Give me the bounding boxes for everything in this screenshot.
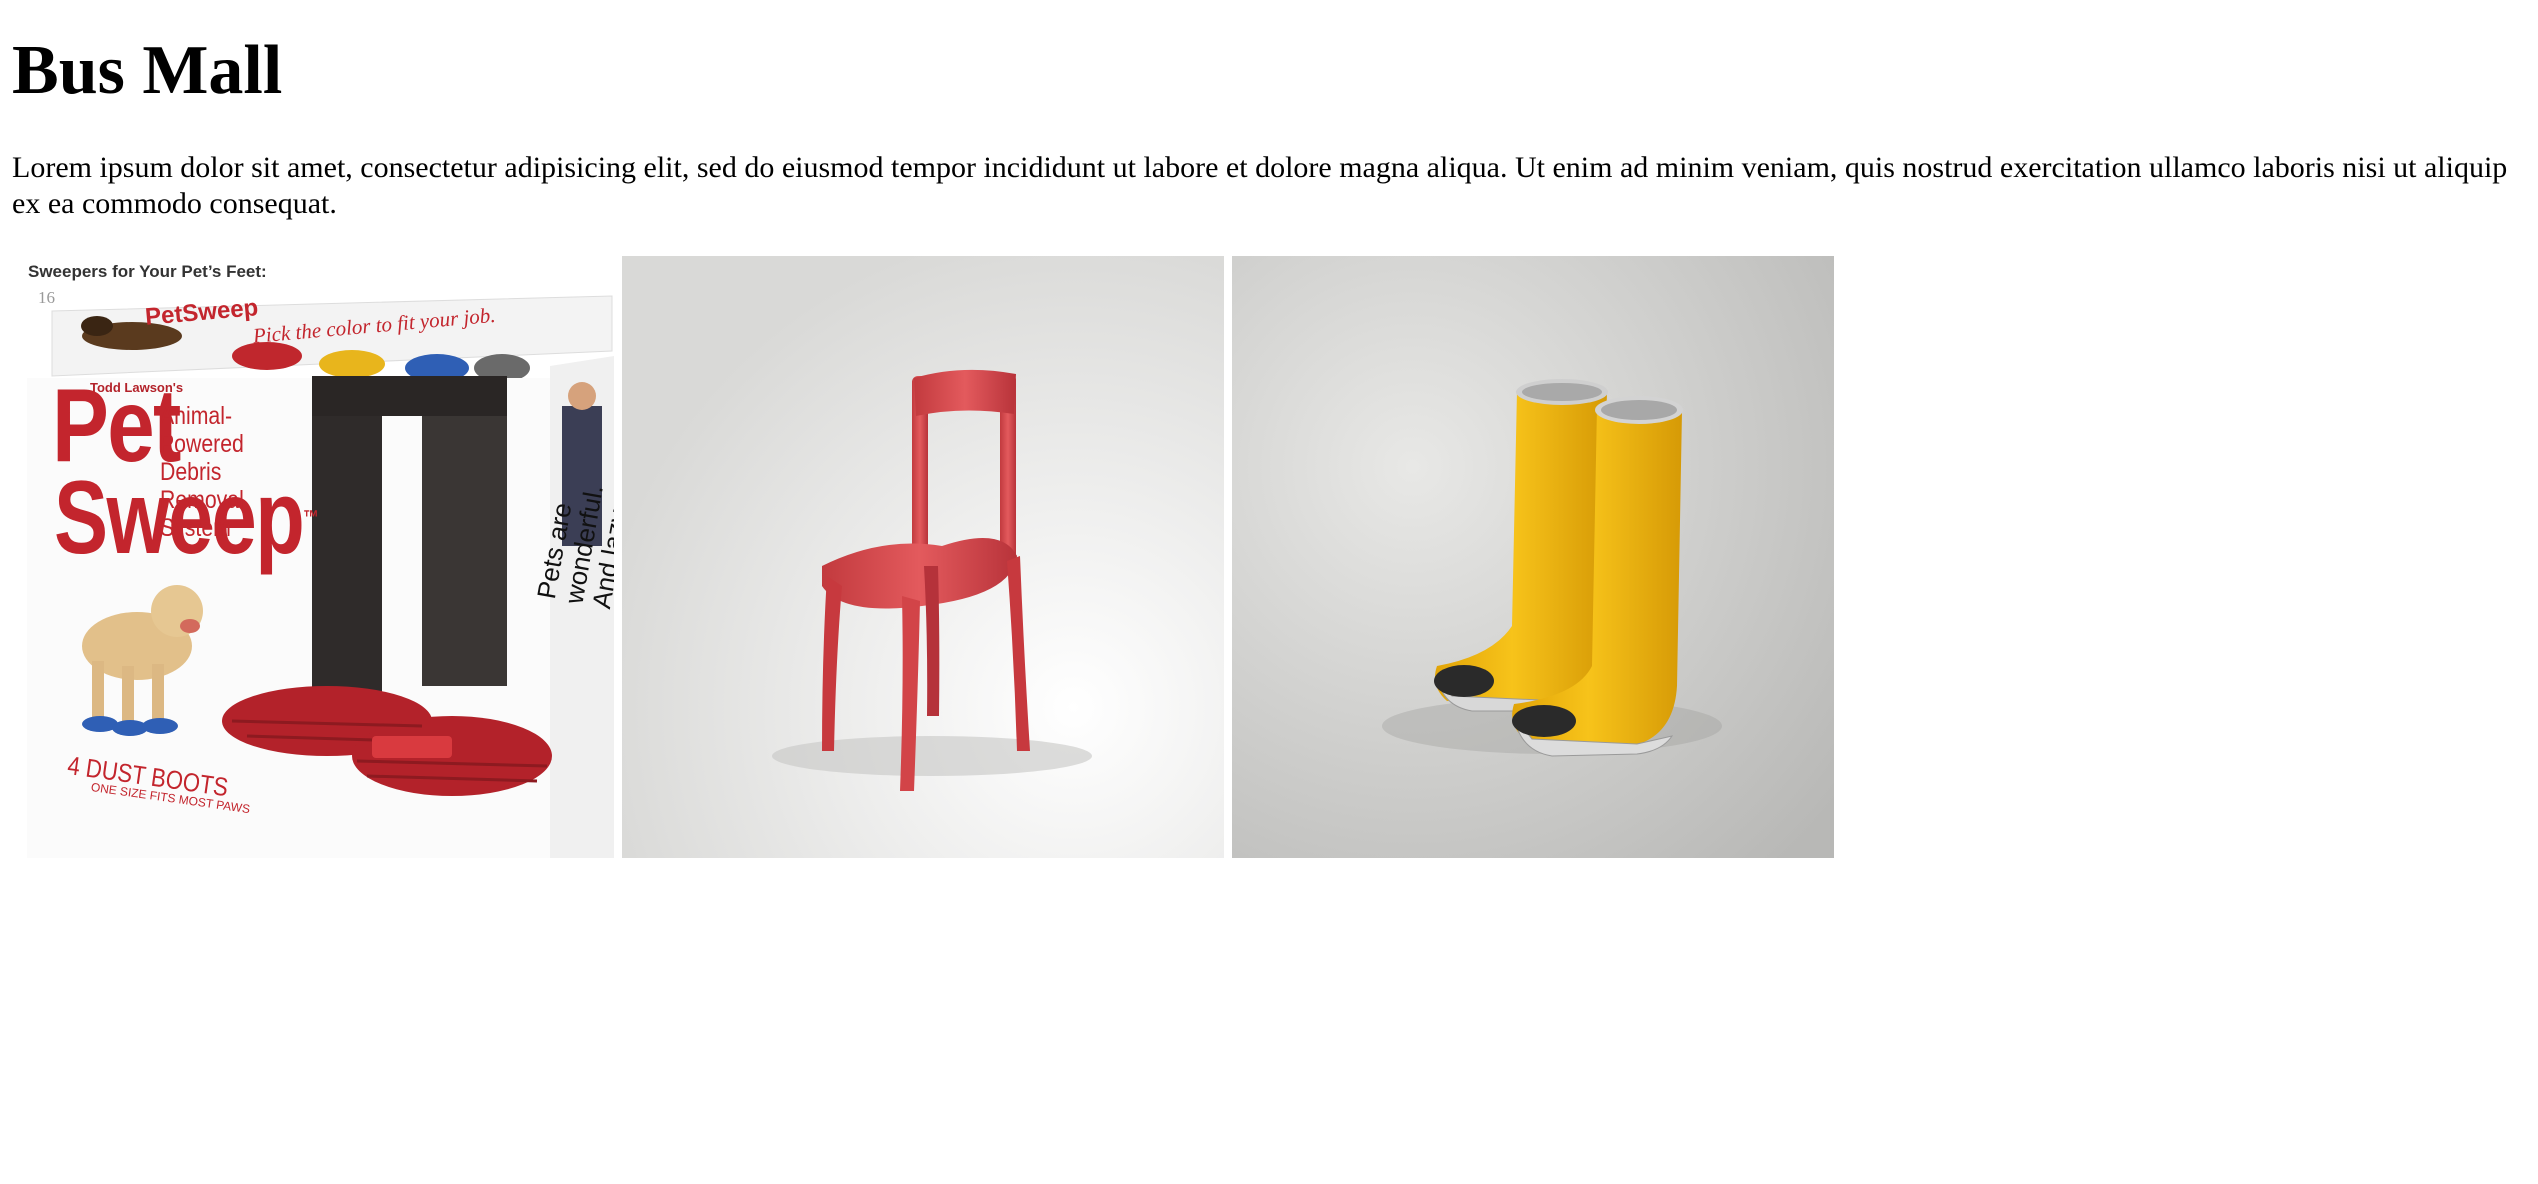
- product-gallery: Sweepers for Your Pet’s Feet: 16 PetSwee…: [12, 256, 1837, 858]
- intro-paragraph: Lorem ipsum dolor sit amet, consectetur …: [12, 151, 2508, 220]
- pet-sweep-caption: Sweepers for Your Pet’s Feet:: [28, 262, 267, 281]
- chair-illustration: [622, 256, 1224, 858]
- page-title: Bus Mall: [12, 32, 283, 109]
- product-image-pet-sweep[interactable]: Sweepers for Your Pet’s Feet: 16 PetSwee…: [12, 256, 614, 858]
- boots-illustration: [1232, 256, 1834, 858]
- pet-sweep-tagline: Animal-Powered Debris Removal System: [160, 402, 244, 542]
- pet-sweep-number: 16: [38, 288, 55, 307]
- product-image-chair[interactable]: [622, 256, 1224, 858]
- product-image-boots[interactable]: [1232, 256, 1834, 858]
- pet-sweep-side-text: Pets are wonderful. And lazy.: [531, 482, 614, 611]
